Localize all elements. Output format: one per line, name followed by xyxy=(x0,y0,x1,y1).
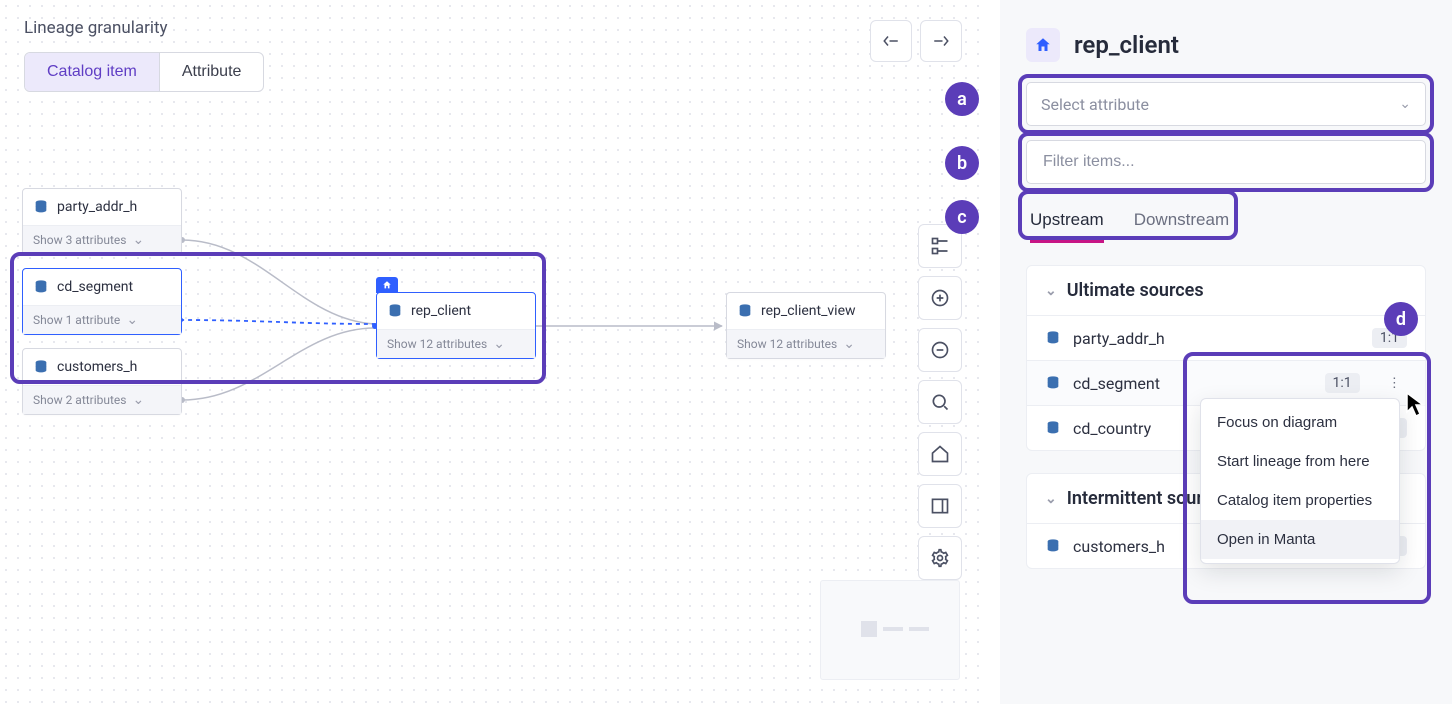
node-expand[interactable]: Show 1 attribute⌄ xyxy=(23,305,181,334)
tab-downstream[interactable]: Downstream xyxy=(1134,204,1229,243)
node-expand[interactable]: Show 2 attributes⌄ xyxy=(23,385,181,414)
zoom-in-button[interactable] xyxy=(918,276,962,320)
filter-input-wrap xyxy=(1026,140,1426,184)
home-indicator xyxy=(1026,28,1060,62)
database-icon xyxy=(1045,420,1061,436)
home-icon xyxy=(1034,36,1052,54)
home-icon xyxy=(382,280,392,290)
layout-button[interactable] xyxy=(918,224,962,268)
zoom-out-button[interactable] xyxy=(918,328,962,372)
database-icon xyxy=(387,303,403,319)
direction-tabs: Upstream Downstream xyxy=(1026,204,1233,243)
node-customers-h[interactable]: customers_h Show 2 attributes⌄ xyxy=(22,348,182,415)
chevron-down-icon: ⌄ xyxy=(1045,283,1057,299)
panel-button[interactable] xyxy=(918,484,962,528)
chevron-down-icon: ⌄ xyxy=(843,336,855,352)
attribute-select[interactable]: Select attribute ⌄ xyxy=(1026,82,1426,126)
granularity-catalog-item[interactable]: Catalog item xyxy=(25,53,159,91)
ctx-focus[interactable]: Focus on diagram xyxy=(1201,403,1399,442)
chevron-down-icon: ⌄ xyxy=(1399,96,1411,112)
group-toggle[interactable]: ⌄Ultimate sources xyxy=(1027,266,1425,315)
settings-button[interactable] xyxy=(918,536,962,580)
node-expand[interactable]: Show 12 attributes⌄ xyxy=(727,329,885,358)
chevron-down-icon: ⌄ xyxy=(133,232,145,248)
filter-input[interactable] xyxy=(1041,152,1411,172)
row-more-button[interactable]: ⋮ xyxy=(1382,373,1407,393)
granularity-attribute[interactable]: Attribute xyxy=(159,53,264,91)
node-rep-client[interactable]: rep_client Show 12 attributes⌄ xyxy=(376,292,536,359)
database-icon xyxy=(1045,330,1061,346)
ratio-badge: 1:1 xyxy=(1372,328,1407,348)
node-cd-segment[interactable]: cd_segment Show 1 attribute⌄ xyxy=(22,268,182,335)
database-icon xyxy=(1045,538,1061,554)
node-party-addr-h[interactable]: party_addr_h Show 3 attributes⌄ xyxy=(22,188,182,255)
granularity-heading: Lineage granularity xyxy=(24,18,168,38)
tab-upstream[interactable]: Upstream xyxy=(1030,204,1104,243)
canvas-toolbar xyxy=(918,224,962,580)
chevron-down-icon: ⌄ xyxy=(1045,491,1057,507)
ratio-badge: 1:1 xyxy=(1325,373,1360,393)
ctx-properties[interactable]: Catalog item properties xyxy=(1201,481,1399,520)
node-expand[interactable]: Show 12 attributes⌄ xyxy=(377,329,535,358)
home-button[interactable] xyxy=(918,432,962,476)
database-icon xyxy=(33,199,49,215)
node-rep-client-view[interactable]: rep_client_view Show 12 attributes⌄ xyxy=(726,292,886,359)
expand-upstream-button[interactable] xyxy=(870,20,912,62)
chevron-down-icon: ⌄ xyxy=(126,312,138,328)
fit-button[interactable] xyxy=(918,380,962,424)
granularity-toggle: Catalog item Attribute xyxy=(24,52,264,92)
database-icon xyxy=(33,279,49,295)
details-sidebar: rep_client Select attribute ⌄ Upstream D… xyxy=(1000,0,1452,704)
source-row[interactable]: party_addr_h 1:1 xyxy=(1027,315,1425,360)
database-icon xyxy=(1045,375,1061,391)
minimap[interactable] xyxy=(820,580,960,680)
home-badge xyxy=(376,277,398,293)
chevron-down-icon: ⌄ xyxy=(493,336,505,352)
chevron-down-icon: ⌄ xyxy=(133,392,145,408)
ctx-start-lineage[interactable]: Start lineage from here xyxy=(1201,442,1399,481)
expand-downstream-button[interactable] xyxy=(920,20,962,62)
row-context-menu: Focus on diagram Start lineage from here… xyxy=(1200,398,1400,564)
node-expand[interactable]: Show 3 attributes⌄ xyxy=(23,225,181,254)
ctx-open-manta[interactable]: Open in Manta xyxy=(1201,520,1399,559)
database-icon xyxy=(33,359,49,375)
sidebar-title: rep_client xyxy=(1074,31,1179,59)
direction-toolbar xyxy=(870,20,962,62)
database-icon xyxy=(737,303,753,319)
